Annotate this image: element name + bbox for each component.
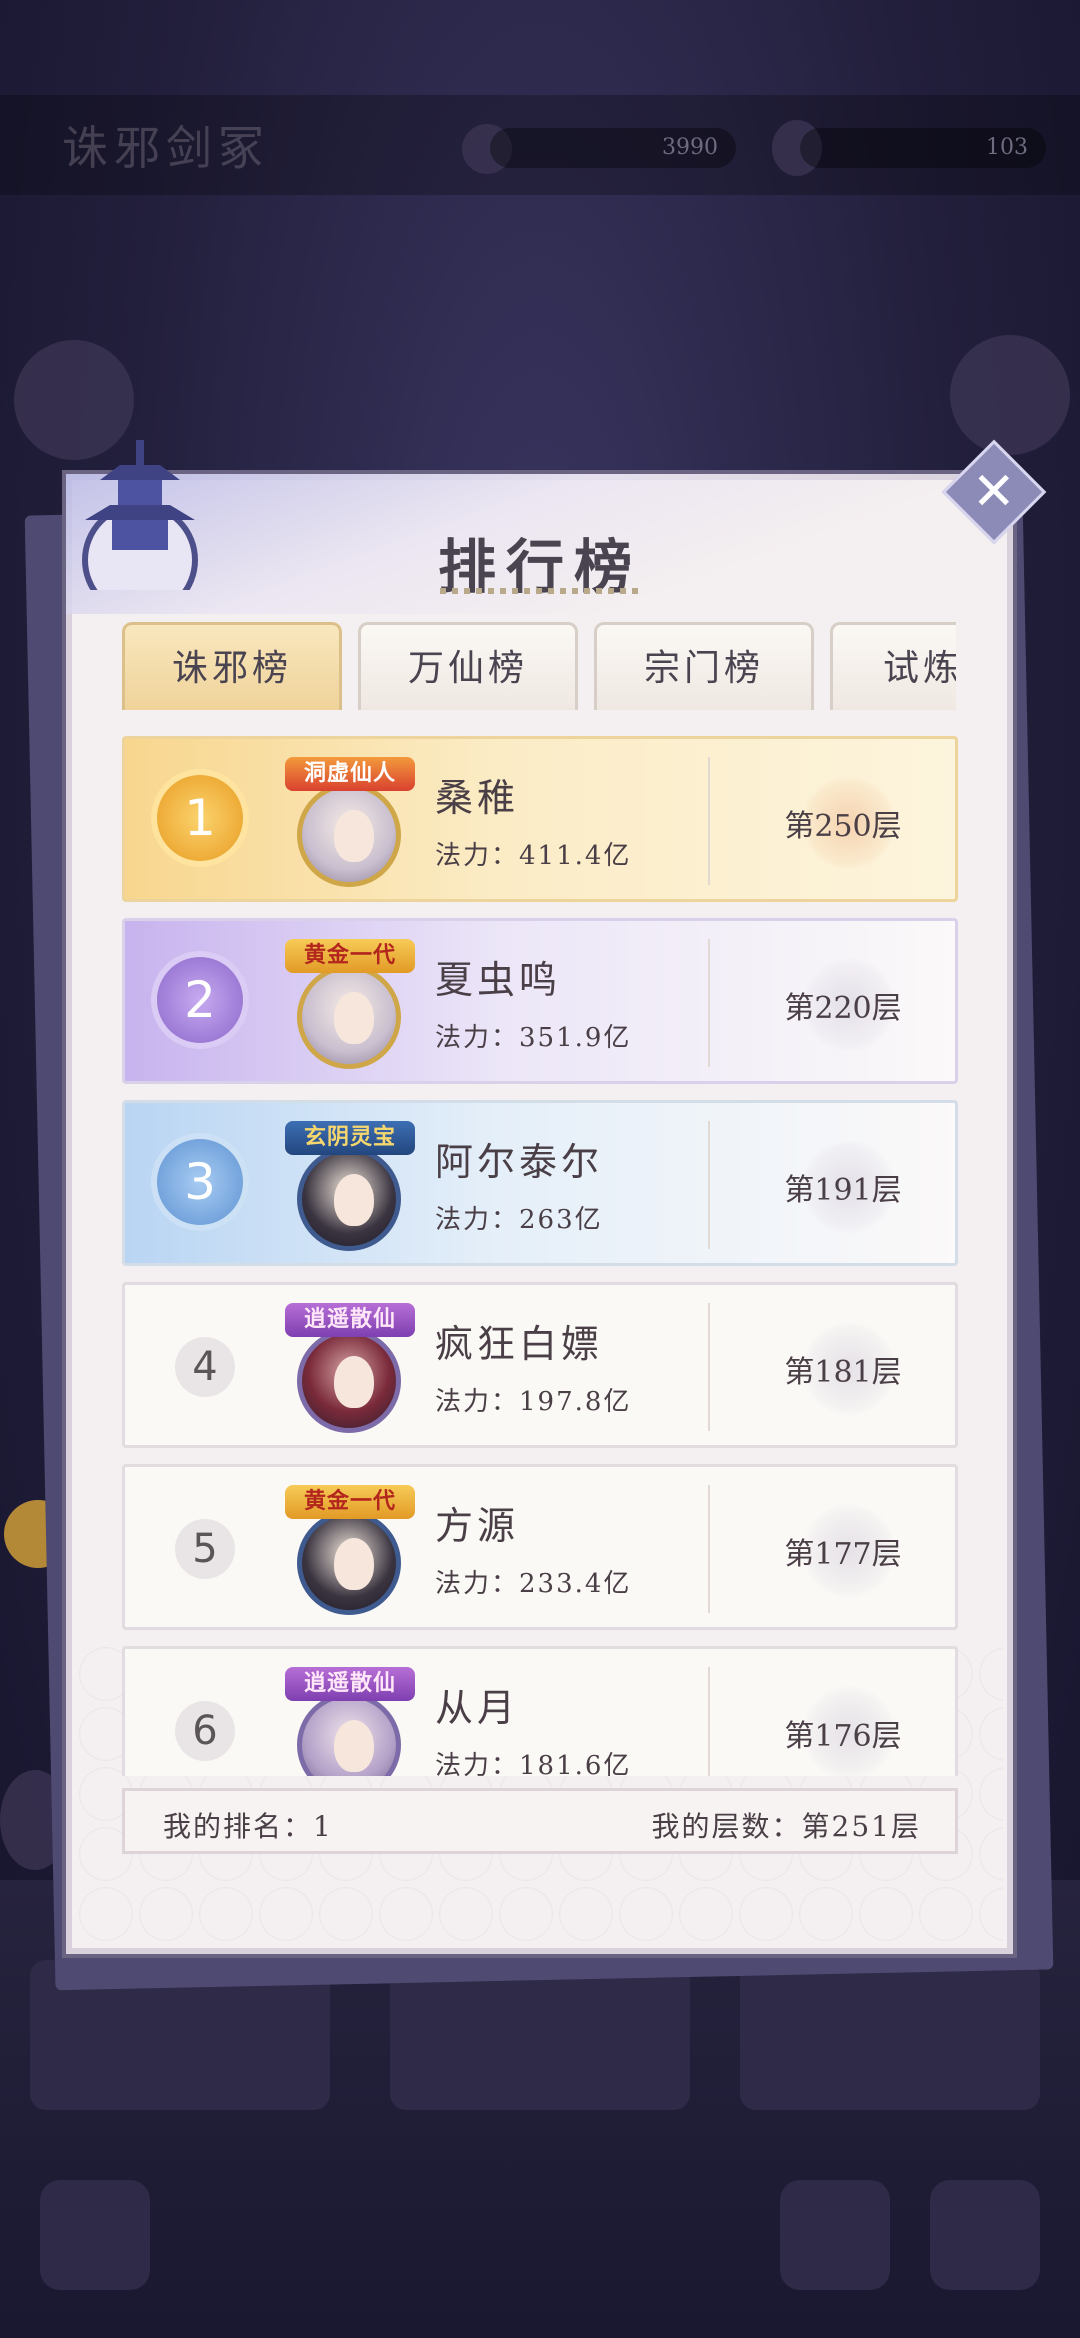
avatar-face xyxy=(334,1720,374,1772)
player-power: 法力：181.6亿 xyxy=(435,1751,632,1776)
player-name: 阿尔泰尔 xyxy=(435,1140,604,1184)
tab-bar: 诛邪榜 万仙榜 宗门榜 试炼 xyxy=(122,622,956,710)
player-name: 从月 xyxy=(435,1686,520,1730)
player-power: 法力：411.4亿 xyxy=(435,841,632,871)
avatar-frame[interactable]: 黄金一代 xyxy=(285,935,415,1075)
avatar-frame[interactable]: 玄阴灵宝 xyxy=(285,1117,415,1257)
resource-1: 3990 xyxy=(490,128,736,168)
rank-medal-gold: 1 xyxy=(157,775,243,861)
my-floor: 我的层数：第251层 xyxy=(651,1810,921,1843)
ranking-row[interactable]: 3 玄阴灵宝 阿尔泰尔 法力：263亿 第191层 xyxy=(122,1100,958,1266)
row-divider xyxy=(708,1485,710,1613)
ranking-row[interactable]: 2 黄金一代 夏虫鸣 法力：351.9亿 第220层 xyxy=(122,918,958,1084)
row-divider xyxy=(708,1303,710,1431)
title-badge: 黄金一代 xyxy=(285,1485,415,1519)
ranking-row[interactable]: 6 逍遥散仙 从月 法力：181.6亿 第176层 xyxy=(122,1646,958,1776)
tab-shilian[interactable]: 试炼 xyxy=(830,622,956,710)
ranking-list[interactable]: 1 洞虚仙人 桑稚 法力：411.4亿 第250层 2 黄金一代 夏虫鸣 法力：… xyxy=(122,736,958,1776)
tab-wanxian[interactable]: 万仙榜 xyxy=(358,622,578,710)
scene-title: 诛邪剑冢 xyxy=(62,121,270,175)
avatar-face xyxy=(334,810,374,862)
title-badge: 逍遥散仙 xyxy=(285,1303,415,1337)
avatar xyxy=(297,1693,401,1776)
ranking-row[interactable]: 1 洞虚仙人 桑稚 法力：411.4亿 第250层 xyxy=(122,736,958,902)
bg-card-3 xyxy=(740,1960,1040,2110)
ranking-row[interactable]: 5 黄金一代 方源 法力：233.4亿 第177层 xyxy=(122,1464,958,1630)
avatar-face xyxy=(334,992,374,1044)
avatar-frame[interactable]: 逍遥散仙 xyxy=(285,1299,415,1439)
player-floor: 第177层 xyxy=(784,1537,902,1572)
player-power: 法力：263亿 xyxy=(435,1205,603,1235)
row-divider xyxy=(708,1667,710,1776)
row-divider xyxy=(708,757,710,885)
title-badge: 逍遥散仙 xyxy=(285,1667,415,1701)
player-power: 法力：233.4亿 xyxy=(435,1569,632,1599)
rank-number: 4 xyxy=(175,1337,235,1397)
title-badge: 玄阴灵宝 xyxy=(285,1121,415,1155)
avatar xyxy=(297,1511,401,1615)
player-floor: 第250层 xyxy=(784,809,902,844)
avatar xyxy=(297,783,401,887)
player-floor: 第191层 xyxy=(784,1173,902,1208)
close-icon: ✕ xyxy=(972,461,1016,522)
row-divider xyxy=(708,1121,710,1249)
title-decoration xyxy=(440,588,640,594)
player-name: 桑稚 xyxy=(435,776,520,820)
player-power: 法力：351.9亿 xyxy=(435,1023,632,1053)
title-badge: 洞虚仙人 xyxy=(285,757,415,791)
avatar xyxy=(297,1329,401,1433)
rank-medal-bronze: 3 xyxy=(157,1139,243,1225)
rank-number: 5 xyxy=(175,1519,235,1579)
avatar-frame[interactable]: 洞虚仙人 xyxy=(285,753,415,893)
tab-zhuxie[interactable]: 诛邪榜 xyxy=(122,622,342,710)
avatar xyxy=(297,1147,401,1251)
rank-number: 6 xyxy=(175,1701,235,1761)
rank-medal-silver: 2 xyxy=(157,957,243,1043)
avatar xyxy=(297,965,401,1069)
bottom-button-1[interactable] xyxy=(780,2180,890,2290)
back-button[interactable] xyxy=(40,2180,150,2290)
player-floor: 第181层 xyxy=(784,1355,902,1390)
avatar-face xyxy=(334,1538,374,1590)
title-badge: 黄金一代 xyxy=(285,939,415,973)
avatar-face xyxy=(334,1174,374,1226)
resource-2: 103 xyxy=(800,128,1046,168)
side-icon xyxy=(950,335,1070,455)
ranking-row[interactable]: 4 逍遥散仙 疯狂白嫖 法力：197.8亿 第181层 xyxy=(122,1282,958,1448)
player-name: 疯狂白嫖 xyxy=(435,1322,604,1366)
my-rank: 我的排名：1 xyxy=(163,1810,333,1843)
tab-zongmen[interactable]: 宗门榜 xyxy=(594,622,814,710)
player-power: 法力：197.8亿 xyxy=(435,1387,632,1417)
player-name: 夏虫鸣 xyxy=(435,958,562,1002)
player-floor: 第220层 xyxy=(784,991,902,1026)
bg-card-2 xyxy=(390,1960,690,2110)
my-rank-bar: 我的排名：1 我的层数：第251层 xyxy=(122,1788,958,1854)
bottom-button-2[interactable] xyxy=(930,2180,1040,2290)
avatar-frame[interactable]: 逍遥散仙 xyxy=(285,1663,415,1776)
avatar-frame[interactable]: 黄金一代 xyxy=(285,1481,415,1621)
avatar-face xyxy=(334,1356,374,1408)
player-floor: 第176层 xyxy=(784,1719,902,1754)
player-name: 方源 xyxy=(435,1504,520,1548)
row-divider xyxy=(708,939,710,1067)
